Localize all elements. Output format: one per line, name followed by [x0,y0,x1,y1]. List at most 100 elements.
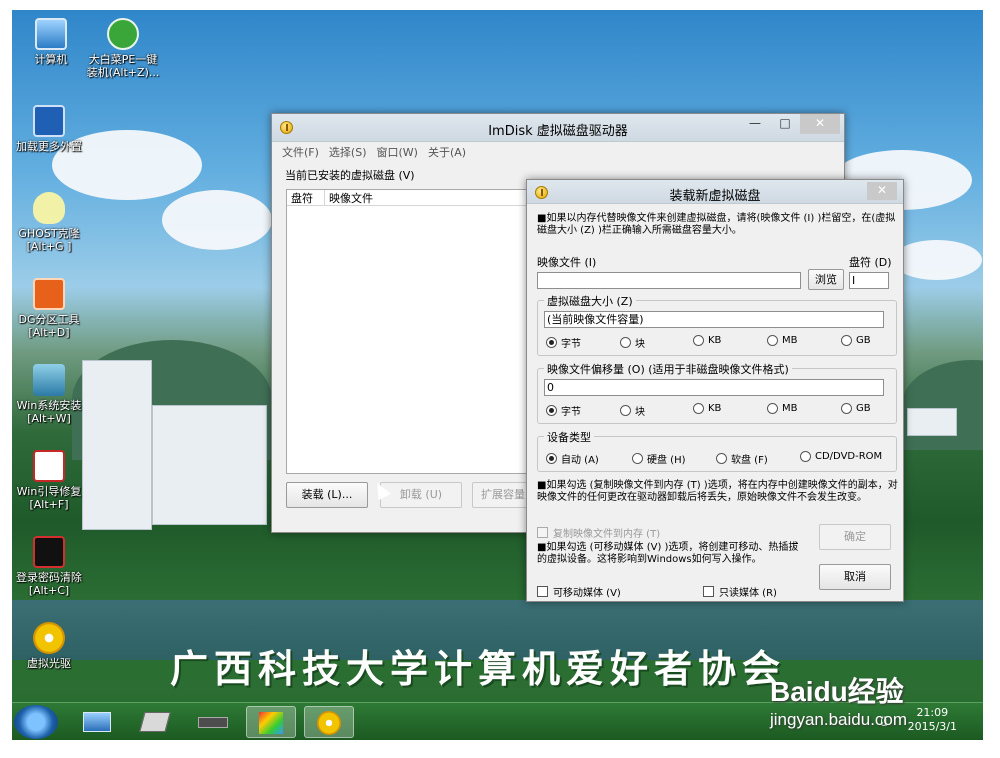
offset-unit-gb[interactable]: GB [841,403,871,414]
icon-label-2: [Alt+G ] [26,240,72,253]
drive-letter-label: 盘符 (D) [849,256,892,269]
installed-disks-label: 当前已安装的虚拟磁盘 (V) [285,169,415,182]
cloud [892,240,982,280]
clock[interactable]: 21:09 2015/3/1 [908,706,957,734]
disk-size-group-title: 虚拟磁盘大小 (Z) [544,293,636,309]
cloud [162,190,272,250]
tools-icon [139,712,171,732]
device-harddisk[interactable]: 硬盘 (H) [632,451,686,466]
offset-unit-blocks[interactable]: 块 [620,403,645,418]
menu-about[interactable]: 关于(A) [428,144,466,160]
radio-label: GB [856,335,871,346]
dialog-close-button[interactable]: ✕ [867,182,897,200]
app-icon [259,712,283,734]
taskbar-item-app[interactable] [246,706,296,738]
icon-label-2: 装机(Alt+Z)... [86,66,160,79]
desktop-icon-load-more[interactable]: 加载更多外置 [12,105,88,153]
menu-select[interactable]: 选择(S) [329,144,367,160]
disk-size-input[interactable]: (当前映像文件容量) [544,311,884,328]
offset-unit-kb[interactable]: KB [693,403,721,414]
taskbar-item-tools[interactable] [130,706,180,738]
radio-label: MB [782,335,798,346]
ok-button[interactable]: 确定 [819,524,891,550]
icon-label: 虚拟光驱 [27,657,71,670]
icon-label: 加载更多外置 [16,140,82,153]
taskbar-item-desktop[interactable] [72,706,122,738]
mount-button[interactable]: 装载 (L)... [286,482,368,508]
radio-label: KB [708,335,722,346]
clock-date: 2015/3/1 [907,720,957,733]
offset-group-title: 映像文件偏移量 (O) (适用于非磁盘映像文件格式) [544,361,792,377]
boot-repair-icon [33,450,65,482]
size-unit-kb[interactable]: KB [693,335,721,346]
checkbox-label: 只读媒体 (R) [719,588,777,599]
offset-unit-bytes[interactable]: 字节 [546,403,581,418]
menu-window[interactable]: 窗口(W) [377,144,418,160]
desktop-icon-boot-repair[interactable]: Win引导修复 [Alt+F] [12,450,88,511]
unmount-button[interactable]: 卸载 (U) [380,482,462,508]
memory-chip-icon [198,717,228,728]
radio-dot [767,403,778,414]
mount-dialog-titlebar: 装载新虚拟磁盘 ✕ [527,180,903,204]
icon-label: DG分区工具 [18,313,80,326]
menu-file[interactable]: 文件(F) [282,144,319,160]
virtual-disk-list[interactable]: 盘符 映像文件 [286,189,536,474]
drive-letter-input[interactable]: I [849,272,889,289]
radio-label: 块 [635,407,645,418]
column-drive[interactable]: 盘符 [287,190,325,205]
icon-label-2: [Alt+F] [29,498,69,511]
device-cdrom[interactable]: CD/DVD-ROM [800,451,882,462]
copy-to-memory-note: ■如果勾选 (复制映像文件到内存 (T) )选项，将在内存中创建映像文件的副本，… [537,480,898,503]
readonly-checkbox[interactable]: 只读媒体 (R) [703,584,777,599]
memory-disk-note: ■如果以内存代替映像文件来创建虚拟磁盘，请将(映像文件 (I) )栏留空，在(虚… [537,213,896,236]
copy-to-memory-checkbox[interactable]: 复制映像文件到内存 (T) [537,525,660,540]
removable-checkbox[interactable]: 可移动媒体 (V) [537,584,621,599]
icon-label-2: [Alt+W] [27,412,71,425]
start-button[interactable] [14,705,58,739]
desktop-icon-virtual-drive[interactable]: 虚拟光驱 [12,622,88,670]
radio-label: GB [856,403,871,414]
image-file-input[interactable] [537,272,801,289]
device-auto[interactable]: 自动 (A) [546,451,599,466]
maximize-button[interactable]: □ [772,114,798,134]
baidu-logo: Baidu经验 [770,676,904,707]
removable-note: ■如果勾选 (可移动媒体 (V) )选项，将创建可移动、热插拔的虚拟设备。这将影… [537,542,799,565]
device-type-group: 设备类型 自动 (A) 硬盘 (H) 软盘 (F) CD/DVD-ROM [537,429,897,472]
size-unit-mb[interactable]: MB [767,335,798,346]
password-clear-icon [33,536,65,568]
offset-unit-mb[interactable]: MB [767,403,798,414]
column-image-file[interactable]: 映像文件 [325,190,535,205]
device-floppy[interactable]: 软盘 (F) [716,451,768,466]
minimize-button[interactable]: — [742,114,768,134]
desktop-icon-dabaicai[interactable]: 大白菜PE一键 装机(Alt+Z)... [84,18,162,79]
extend-button[interactable]: 扩展容量 (E) [472,482,534,508]
taskbar-item-imdisk[interactable] [304,706,354,738]
mount-dialog: 装载新虚拟磁盘 ✕ ■如果以内存代替映像文件来创建虚拟磁盘，请将(映像文件 (I… [526,179,904,602]
checkbox-label: 复制映像文件到内存 (T) [553,529,661,540]
size-unit-blocks[interactable]: 块 [620,335,645,350]
desktop-banner: 广西科技大学计算机爱好者协会 [170,646,787,691]
radio-dot [620,405,631,416]
offset-input[interactable]: 0 [544,379,884,396]
desktop-icon-dg[interactable]: DG分区工具 [Alt+D] [12,278,88,339]
icon-label: GHOST克隆 [18,227,80,240]
desktop-icon-password-clear[interactable]: 登录密码清除 [Alt+C] [12,536,88,597]
radio-dot [841,403,852,414]
radio-dot [716,453,727,464]
radio-label: 自动 (A) [561,455,599,466]
disk-size-group: 虚拟磁盘大小 (Z) (当前映像文件容量) 字节 块 KB MB GB [537,293,897,356]
close-button[interactable]: ✕ [800,114,840,134]
desktop-icon-win-install[interactable]: Win系统安装 [Alt+W] [12,364,88,425]
cancel-button[interactable]: 取消 [819,564,891,590]
browse-button[interactable]: 浏览 [808,269,844,290]
taskbar-item-memory[interactable] [188,706,238,738]
radio-dot [632,453,643,464]
size-unit-gb[interactable]: GB [841,335,871,346]
desktop-icon-ghost[interactable]: GHOST克隆 [Alt+G ] [12,192,88,253]
size-unit-bytes[interactable]: 字节 [546,335,581,350]
icon-label: 登录密码清除 [16,571,82,584]
image-file-label: 映像文件 (I) [537,256,597,269]
radio-dot [546,405,557,416]
desktop-icon-computer[interactable]: 计算机 [12,18,90,66]
radio-label: KB [708,403,722,414]
